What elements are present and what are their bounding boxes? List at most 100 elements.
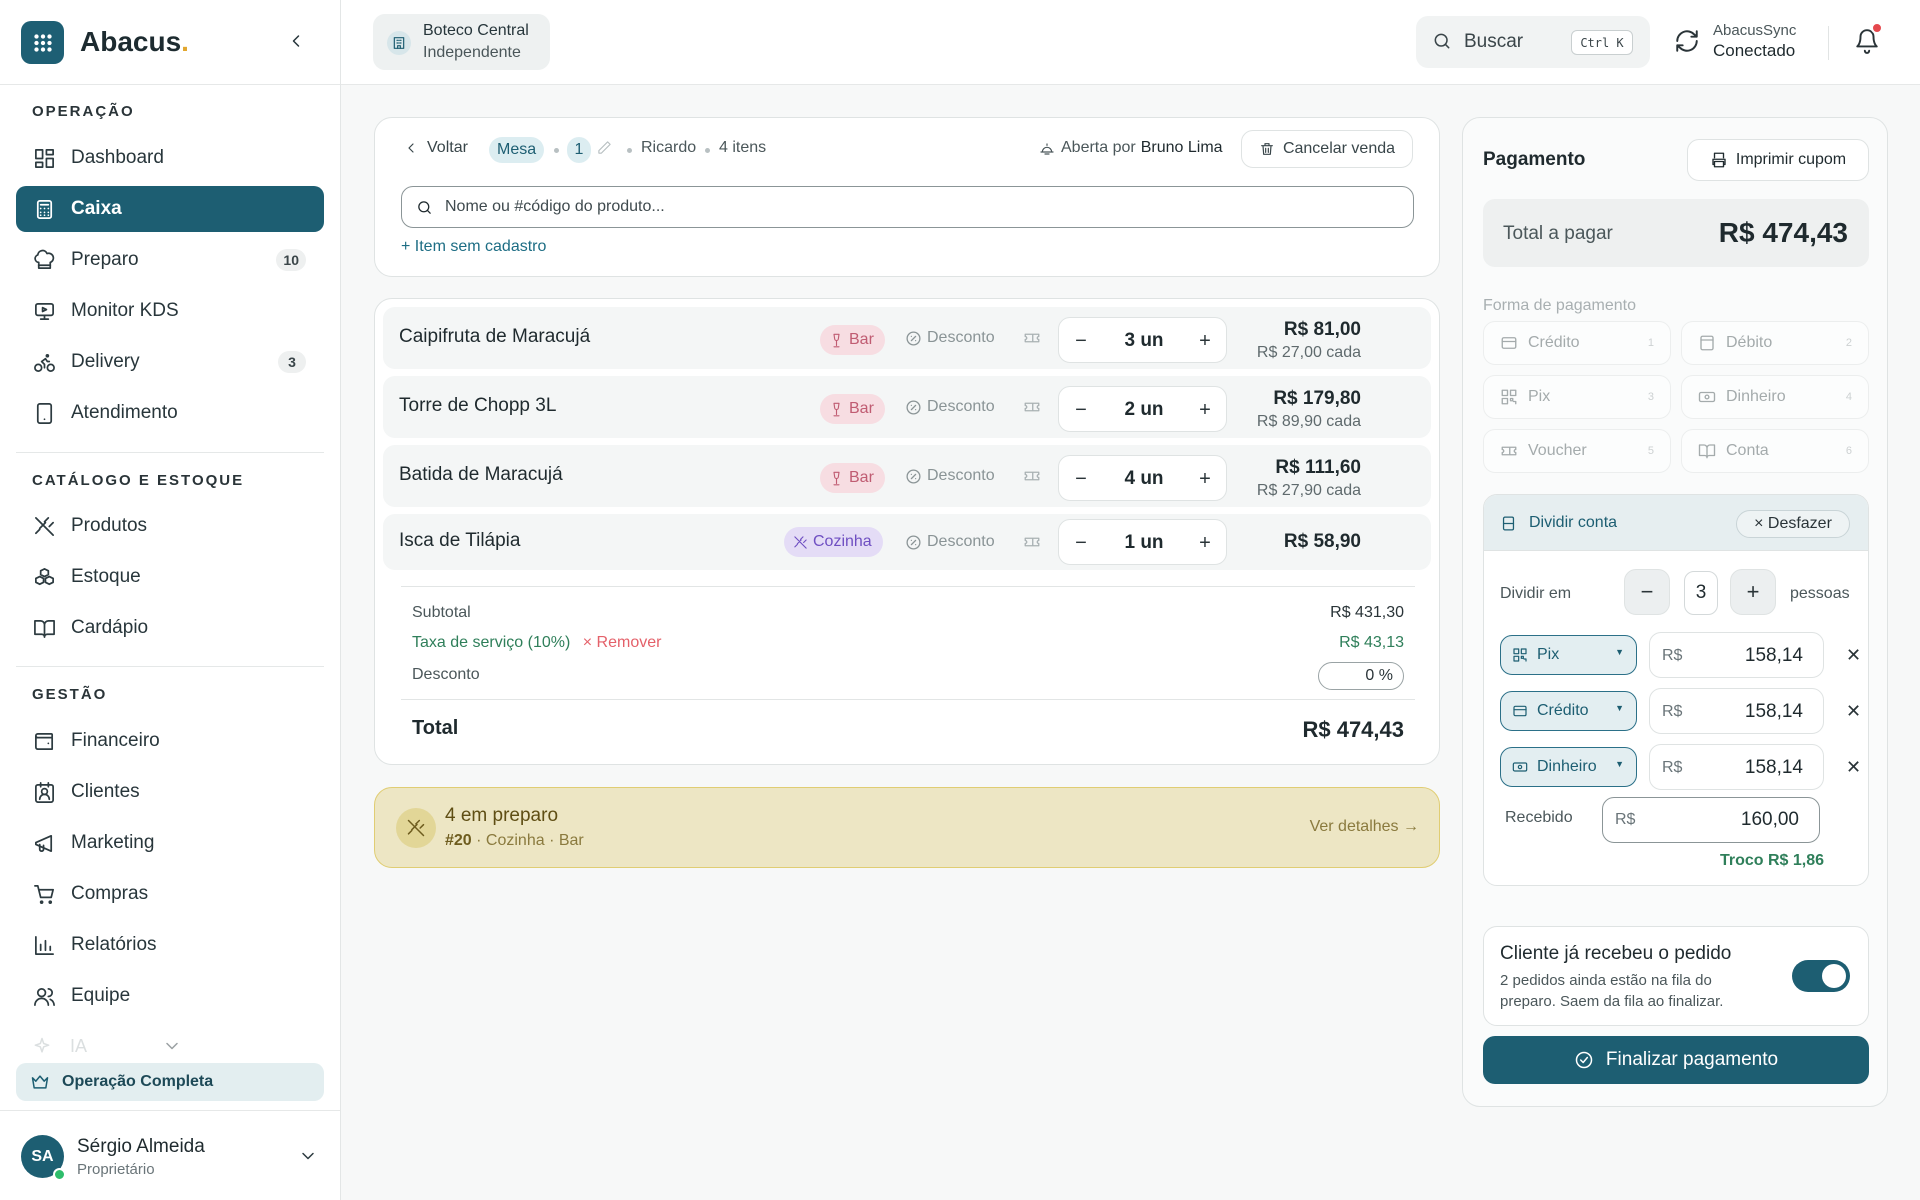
user-profile[interactable]: SA Sérgio Almeida Proprietário — [0, 1110, 340, 1200]
product-search-field[interactable] — [401, 186, 1414, 228]
plan-badge[interactable]: Operação Completa — [16, 1063, 324, 1101]
add-unregistered-item-link[interactable]: + Item sem cadastro — [401, 238, 546, 256]
split-method-select[interactable]: Crédito ▼ — [1500, 691, 1637, 731]
increase-button[interactable]: + — [1193, 398, 1217, 422]
ticket-icon[interactable] — [1023, 398, 1041, 416]
chevron-down-icon[interactable] — [162, 1036, 182, 1056]
preparation-status-card[interactable]: 4 em preparo #20 · Cozinha · Bar Ver det… — [374, 787, 1440, 868]
station-tag[interactable]: Bar — [820, 325, 885, 355]
discount-button[interactable]: Desconto — [905, 329, 995, 347]
product-search-input[interactable] — [445, 198, 1345, 216]
chevron-down-icon[interactable] — [298, 1146, 318, 1166]
decrease-people-button[interactable]: − — [1624, 569, 1670, 615]
sidebar-item-produtos[interactable]: Produtos — [16, 503, 324, 549]
sidebar-item-atendimento[interactable]: Atendimento — [16, 390, 324, 436]
decrease-button[interactable]: − — [1069, 329, 1093, 353]
sidebar-item-equipe[interactable]: Equipe — [16, 973, 324, 1019]
sidebar-item-delivery[interactable]: Delivery 3 — [16, 339, 324, 385]
shortcut-key: 6 — [1845, 445, 1852, 457]
ticket-icon[interactable] — [1023, 533, 1041, 551]
undo-split-button[interactable]: × Desfazer — [1736, 510, 1850, 538]
ticket-icon[interactable] — [1023, 467, 1041, 485]
chef-hat-icon — [32, 249, 56, 272]
increase-button[interactable]: + — [1193, 329, 1217, 353]
people-count[interactable]: 3 — [1684, 571, 1718, 615]
received-amount-input[interactable]: R$ 160,00 — [1602, 797, 1820, 843]
item-name: Caipifruta de Maracujá — [399, 326, 591, 347]
payment-method-debito[interactable]: Débito 2 — [1681, 321, 1869, 365]
print-receipt-button[interactable]: Imprimir cupom — [1687, 139, 1869, 181]
discount-label: Desconto — [927, 467, 995, 484]
sidebar-item-cardapio[interactable]: Cardápio — [16, 605, 324, 651]
payment-method-conta[interactable]: Conta 6 — [1681, 429, 1869, 473]
sidebar-item-label: Preparo — [71, 249, 139, 270]
payment-method-pix[interactable]: Pix 3 — [1483, 375, 1671, 419]
customer-received-toggle[interactable] — [1792, 960, 1850, 992]
split-amount-input[interactable]: R$ 158,14 — [1649, 632, 1824, 678]
table-number-pill[interactable]: 1 — [567, 137, 591, 163]
debit-card-icon — [1698, 334, 1726, 352]
sidebar-item-preparo[interactable]: Preparo 10 — [16, 237, 324, 283]
split-amount-input[interactable]: R$ 158,14 — [1649, 688, 1824, 734]
abacus-logo-icon[interactable] — [21, 21, 64, 64]
item-total: R$ 179,80 — [1273, 388, 1361, 409]
sidebar-item-compras[interactable]: Compras — [16, 871, 324, 917]
sidebar-item-marketing[interactable]: Marketing — [16, 820, 324, 866]
split-method-select[interactable]: Dinheiro ▼ — [1500, 747, 1637, 787]
store-selector[interactable]: Boteco Central Independente — [373, 14, 550, 70]
station-tag[interactable]: Cozinha — [784, 527, 883, 557]
remove-split-icon[interactable]: ✕ — [1846, 645, 1861, 666]
book-icon — [1698, 442, 1726, 460]
global-search[interactable]: Buscar Ctrl K — [1416, 16, 1650, 68]
discount-percent-input[interactable]: 0 % — [1318, 662, 1404, 690]
notification-dot — [1871, 22, 1883, 34]
payment-method-credito[interactable]: Crédito 1 — [1483, 321, 1671, 365]
discount-label: Desconto — [927, 398, 995, 415]
split-amount-input[interactable]: R$ 158,14 — [1649, 744, 1824, 790]
notifications-button[interactable] — [1854, 22, 1883, 59]
increase-people-button[interactable]: + — [1730, 569, 1776, 615]
decrease-button[interactable]: − — [1069, 398, 1093, 422]
remove-split-icon[interactable]: ✕ — [1846, 757, 1861, 778]
increase-button[interactable]: + — [1193, 467, 1217, 491]
sidebar-item-label: Relatórios — [71, 934, 157, 955]
ticket-icon[interactable] — [1023, 329, 1041, 347]
decrease-button[interactable]: − — [1069, 531, 1093, 555]
discount-button[interactable]: Desconto — [905, 533, 995, 551]
split-amount-value: 158,14 — [1744, 701, 1803, 722]
finish-payment-button[interactable]: Finalizar pagamento — [1483, 1036, 1869, 1084]
sidebar-item-relatorios[interactable]: Relatórios — [16, 922, 324, 968]
remove-split-icon[interactable]: ✕ — [1846, 701, 1861, 722]
collapse-sidebar-icon[interactable] — [286, 31, 306, 51]
sidebar-item-clientes[interactable]: Clientes — [16, 769, 324, 815]
station-tag[interactable]: Bar — [820, 463, 885, 493]
sparkles-icon — [32, 1036, 52, 1056]
view-details-link[interactable]: Ver detalhes → — [1310, 818, 1419, 836]
station-tag[interactable]: Bar — [820, 394, 885, 424]
decrease-button[interactable]: − — [1069, 467, 1093, 491]
quantity-value: 4 un — [1124, 468, 1164, 489]
prep-subtitle: #20 · Cozinha · Bar — [445, 832, 584, 850]
discount-button[interactable]: Desconto — [905, 467, 995, 485]
increase-button[interactable]: + — [1193, 531, 1217, 555]
discount-button[interactable]: Desconto — [905, 398, 995, 416]
split-method-select[interactable]: Pix ▼ — [1500, 635, 1637, 675]
payment-method-dinheiro[interactable]: Dinheiro 4 — [1681, 375, 1869, 419]
table-type-pill[interactable]: Mesa — [489, 137, 545, 163]
cancel-sale-button[interactable]: Cancelar venda — [1241, 130, 1413, 168]
table-row: Torre de Chopp 3L Bar Desconto − 2 un + R$… — [383, 376, 1431, 438]
sidebar-item-dashboard[interactable]: Dashboard — [16, 135, 324, 181]
remove-service-fee-button[interactable]: × Remover — [583, 634, 662, 651]
item-name: Torre de Chopp 3L — [399, 395, 557, 416]
back-button[interactable]: Voltar — [403, 139, 468, 157]
pencil-icon[interactable] — [597, 140, 612, 155]
payment-method-voucher[interactable]: Voucher 5 — [1483, 429, 1671, 473]
refresh-icon — [1674, 28, 1700, 54]
sidebar-item-financeiro[interactable]: Financeiro — [16, 718, 324, 764]
item-name: Batida de Maracujá — [399, 464, 563, 485]
utensils-icon — [32, 515, 56, 538]
sidebar-item-monitor-kds[interactable]: Monitor KDS — [16, 288, 324, 334]
sidebar-item-caixa[interactable]: Caixa — [16, 186, 324, 232]
sidebar-item-estoque[interactable]: Estoque — [16, 554, 324, 600]
sidebar-item-ia[interactable]: IA — [32, 1032, 182, 1060]
